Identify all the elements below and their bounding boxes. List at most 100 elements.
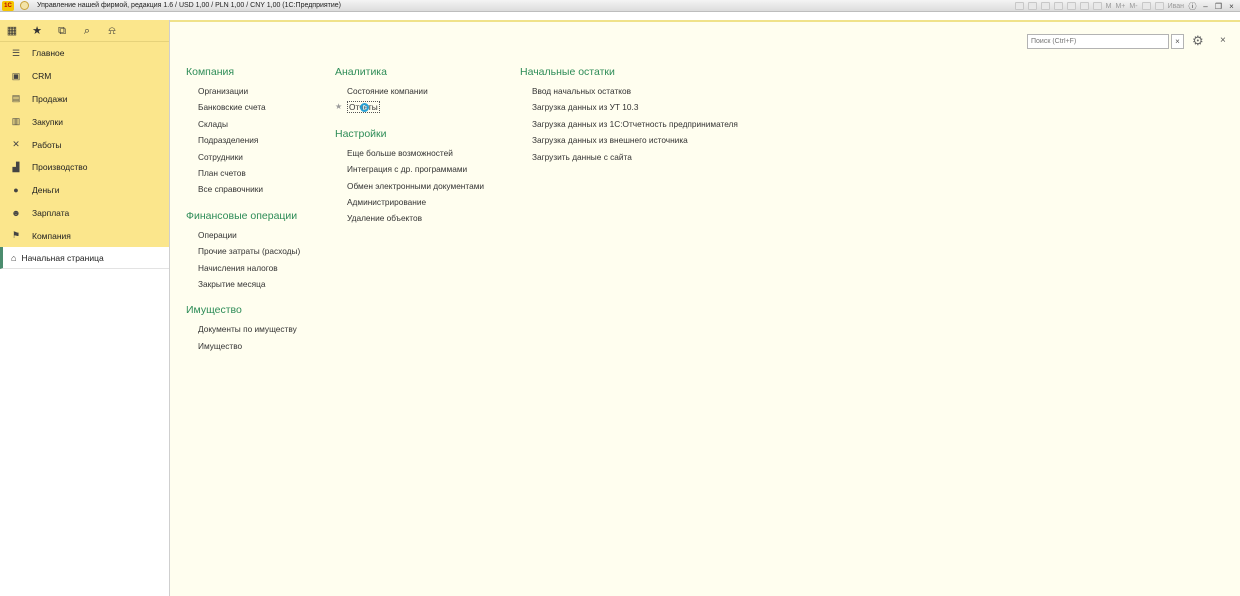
history-icon[interactable]: ⧉ (56, 25, 68, 37)
info-icon[interactable]: ⓘ (1188, 1, 1197, 12)
link-organizations[interactable]: Организации (186, 85, 300, 101)
link-chart-of-accounts[interactable]: План счетов (186, 167, 300, 183)
section-sales[interactable]: ▤ Продажи (0, 88, 169, 111)
section-works[interactable]: ✕ Работы (0, 133, 169, 156)
window-title: Управление нашей фирмой, редакция 1.6 / … (37, 2, 342, 9)
section-label: CRM (32, 71, 52, 82)
sidebar: ▦ ★ ⧉ ⌕ ⍾ ☰ Главное ▣ CRM ▤ Продажи ▥ За… (0, 20, 170, 596)
link-operations[interactable]: Операции (186, 229, 300, 245)
section-production[interactable]: ▟ Производство (0, 156, 169, 179)
star-icon[interactable]: ★ (31, 25, 43, 37)
column-3: Начальные остатки Ввод начальных остатко… (520, 66, 738, 177)
link-month-closing[interactable]: Закрытие месяца (186, 278, 300, 294)
memory-minus-button[interactable]: M- (1129, 3, 1137, 10)
section-company[interactable]: ⚑ Компания (0, 224, 169, 247)
link-more-features[interactable]: Еще больше возможностей (335, 147, 484, 163)
close-icon[interactable]: × (1220, 35, 1226, 46)
restore-button[interactable]: ❐ (1214, 2, 1223, 11)
link-enter-balances[interactable]: Ввод начальных остатков (520, 85, 738, 101)
link-warehouses[interactable]: Склады (186, 118, 300, 134)
link-other-expenses[interactable]: Прочие затраты (расходы) (186, 245, 300, 261)
group-analytics: Аналитика Состояние компании ★ Отчеты (335, 66, 484, 118)
print-icon[interactable] (1027, 2, 1037, 10)
section-label: Работы (32, 139, 62, 150)
section-label: Зарплата (32, 207, 70, 218)
user-name[interactable]: Иван (1168, 3, 1184, 10)
close-window-button[interactable]: × (1227, 2, 1236, 11)
panel-icon[interactable] (1154, 2, 1164, 10)
group-financial-operations: Финансовые операции Операции Прочие затр… (186, 210, 300, 295)
link-administration[interactable]: Администрирование (335, 196, 484, 212)
section-label: Компания (32, 230, 71, 241)
settings-gear-icon[interactable]: ⚙ (1192, 33, 1204, 49)
group-property: Имущество Документы по имуществу Имущест… (186, 304, 300, 356)
copy-icon[interactable] (1053, 2, 1063, 10)
titlebar-tools: M M+ M- Иван ⓘ – ❐ × (1014, 0, 1236, 12)
memory-plus-button[interactable]: M+ (1115, 3, 1125, 10)
memory-m-button[interactable]: M (1106, 3, 1112, 10)
window-titlebar: 1С Управление нашей фирмой, редакция 1.6… (0, 0, 1240, 12)
link-departments[interactable]: Подразделения (186, 134, 300, 150)
link-employees[interactable]: Сотрудники (186, 151, 300, 167)
zoom-icon[interactable] (1141, 2, 1151, 10)
search-icon[interactable]: ⌕ (81, 25, 93, 37)
app-logo[interactable]: 1С (2, 0, 14, 11)
group-title: Начальные остатки (520, 66, 615, 78)
main-panel: × ⚙ × Компания Организации Банковские сч… (170, 20, 1240, 596)
section-label: Производство (32, 162, 88, 173)
bell-icon[interactable]: ⍾ (106, 25, 118, 37)
menu-lines-icon: ☰ (11, 47, 21, 58)
favorite-star-icon[interactable]: ★ (335, 101, 342, 113)
flag-icon: ⚑ (11, 230, 21, 241)
save-icon[interactable] (1014, 2, 1024, 10)
sections-panel: ☰ Главное ▣ CRM ▤ Продажи ▥ Закупки ✕ Ра… (0, 42, 169, 248)
preview-icon[interactable] (1040, 2, 1050, 10)
tools-icon: ✕ (12, 139, 20, 150)
link-all-catalogs[interactable]: Все справочники (186, 183, 300, 199)
reports-item: ★ Отчеты (335, 101, 484, 117)
link-load-external[interactable]: Загрузка данных из внешнего источника (520, 134, 738, 150)
link-bank-accounts[interactable]: Банковские счета (186, 101, 300, 117)
search-input[interactable] (1027, 34, 1169, 49)
section-main[interactable]: ☰ Главное (0, 42, 169, 65)
link-load-1c-reporting[interactable]: Загрузка данных из 1С:Отчетность предпри… (520, 118, 738, 134)
section-money[interactable]: ● Деньги (0, 179, 169, 202)
group-title: Имущество (186, 304, 242, 317)
group-title: Настройки (335, 127, 387, 140)
link-edi-exchange[interactable]: Обмен электронными документами (335, 180, 484, 196)
sidebar-toolbar: ▦ ★ ⧉ ⌕ ⍾ (0, 20, 169, 42)
link-load-website[interactable]: Загрузить данные с сайта (520, 151, 738, 167)
home-icon: ⌂ (11, 252, 17, 263)
calc-icon[interactable] (1092, 2, 1102, 10)
section-label: Деньги (32, 185, 60, 196)
link-load-ut[interactable]: Загрузка данных из УТ 10.3 (520, 101, 738, 117)
people-icon: ☻ (11, 207, 21, 218)
home-page-tab[interactable]: ⌂ Начальная страница (0, 247, 169, 270)
factory-icon: ▟ (12, 161, 20, 172)
column-2: Аналитика Состояние компании ★ Отчеты На… (335, 66, 484, 239)
money-icon: ● (13, 185, 19, 196)
group-title: Финансовые операции (186, 209, 298, 222)
link-property[interactable]: Имущество (186, 340, 300, 356)
apps-grid-icon[interactable]: ▦ (6, 25, 18, 37)
link-company-state[interactable]: Состояние компании (335, 85, 484, 101)
link-property-documents[interactable]: Документы по имуществу (186, 323, 300, 339)
link-delete-objects[interactable]: Удаление объектов (335, 212, 484, 228)
section-purchases[interactable]: ▥ Закупки (0, 110, 169, 133)
link-integration[interactable]: Интеграция с др. программами (335, 163, 484, 179)
section-label: Продажи (32, 93, 68, 104)
group-company: Компания Организации Банковские счета Ск… (186, 66, 300, 200)
paste-icon[interactable] (1066, 2, 1076, 10)
main-menu-icon[interactable] (20, 1, 29, 10)
table-icon[interactable] (1079, 2, 1089, 10)
minimize-button[interactable]: – (1201, 2, 1210, 11)
section-crm[interactable]: ▣ CRM (0, 65, 169, 88)
purchases-icon: ▥ (11, 116, 21, 127)
section-label: Главное (32, 48, 65, 59)
column-1: Компания Организации Банковские счета Ск… (186, 66, 300, 366)
group-title: Компания (186, 66, 235, 78)
group-initial-balances: Начальные остатки Ввод начальных остатко… (520, 66, 738, 167)
link-tax-accruals[interactable]: Начисления налогов (186, 262, 300, 278)
section-salary[interactable]: ☻ Зарплата (0, 202, 169, 225)
search-clear-button[interactable]: × (1171, 34, 1184, 49)
